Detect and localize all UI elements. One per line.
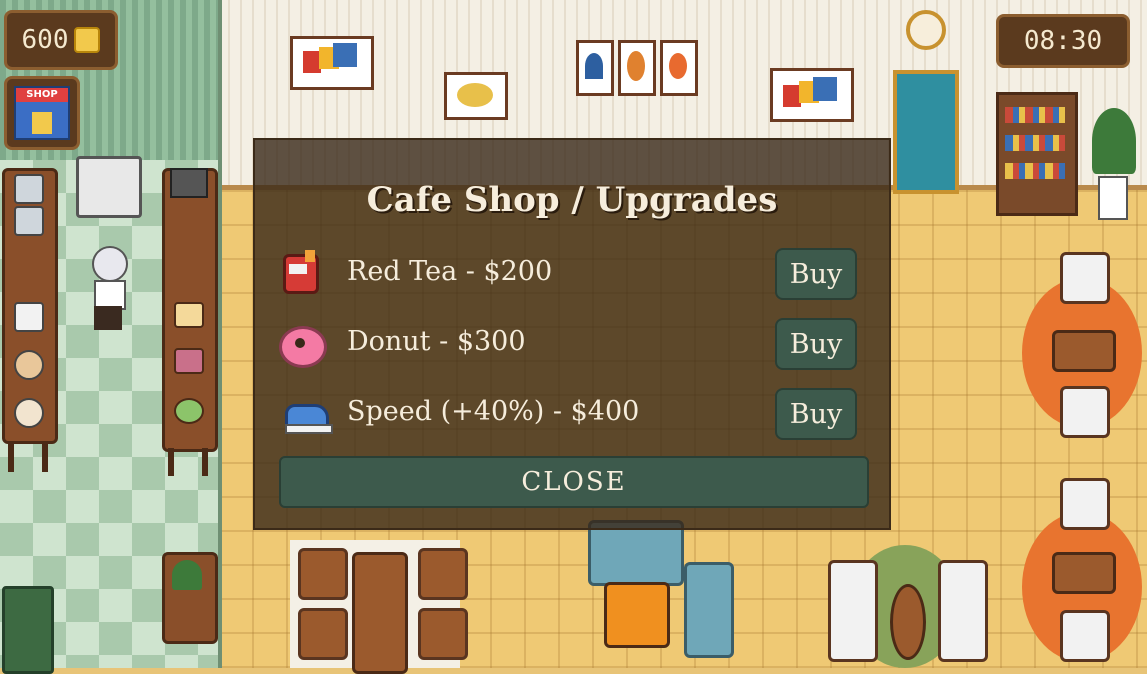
long-table <box>352 552 408 674</box>
chair <box>1060 610 1110 662</box>
clock-time: 08:30 <box>1023 26 1103 56</box>
trash-bin <box>2 586 54 674</box>
potted-plant-kitchen <box>172 560 202 590</box>
buy-donut-button[interactable]: Buy <box>775 318 857 370</box>
clock-display: 08:30 <box>996 14 1130 68</box>
shop-item-row: Donut - $300 Buy <box>279 316 865 370</box>
kettle-icon <box>14 174 44 204</box>
counter-leg <box>168 448 174 476</box>
matcha-cake-icon <box>174 398 204 424</box>
chair <box>1060 252 1110 304</box>
barista-character <box>86 246 130 332</box>
coffee-machine <box>76 156 142 218</box>
plant-pot-corner <box>1098 176 1128 220</box>
painting-triptych-2 <box>618 40 656 96</box>
counter-leg <box>202 448 208 476</box>
mug-icon <box>14 302 44 332</box>
coin-icon <box>74 27 101 53</box>
shop-item-row: Red Tea - $200 Buy <box>279 246 865 300</box>
table <box>1052 552 1116 594</box>
chair <box>298 608 348 660</box>
item-label: Speed (+40%) - $400 <box>347 396 640 427</box>
table <box>1052 330 1116 372</box>
item-label: Red Tea - $200 <box>347 256 553 287</box>
item-label: Donut - $300 <box>347 326 526 357</box>
kettle-icon <box>14 206 44 236</box>
muffin-icon <box>174 348 204 374</box>
oval-table <box>890 584 926 660</box>
red-tea-icon <box>279 250 323 294</box>
blue-armchair <box>684 562 734 658</box>
shop-modal: Cafe Shop / Upgrades Red Tea - $200 Buy … <box>253 138 891 530</box>
counter-leg <box>8 444 14 472</box>
painting-left <box>290 36 374 90</box>
buy-red-tea-button[interactable]: Buy <box>775 248 857 300</box>
door <box>893 70 959 194</box>
coin-count: 600 <box>21 25 69 55</box>
chair <box>418 548 468 600</box>
chair <box>418 608 468 660</box>
donut-icon <box>279 320 327 368</box>
potted-plant-corner <box>1092 108 1136 174</box>
painting-triptych-1 <box>576 40 614 96</box>
chair <box>1060 478 1110 530</box>
latte-icon <box>14 350 44 380</box>
shop-button[interactable]: SHOP <box>4 76 80 150</box>
white-armchair <box>938 560 988 662</box>
modal-title: Cafe Shop / Upgrades <box>366 180 778 220</box>
shop-sign-label: SHOP <box>16 88 68 102</box>
painting-small <box>444 72 508 120</box>
buy-speed-button[interactable]: Buy <box>775 388 857 440</box>
microwave-icon <box>170 168 208 198</box>
shop-icon: SHOP <box>14 86 70 140</box>
painting-right <box>770 68 854 122</box>
close-button[interactable]: CLOSE <box>279 456 869 508</box>
cappuccino-icon <box>14 398 44 428</box>
chair <box>298 548 348 600</box>
sun-clock-icon <box>906 10 946 50</box>
painting-triptych-3 <box>660 40 698 96</box>
coin-counter: 600 <box>4 10 118 70</box>
cake-slice-icon <box>174 302 204 328</box>
white-armchair <box>828 560 878 662</box>
bookshelf <box>996 92 1078 216</box>
chair <box>1060 386 1110 438</box>
sneaker-icon <box>279 390 333 434</box>
orange-table <box>604 582 670 648</box>
counter-leg <box>42 444 48 472</box>
shop-item-row: Speed (+40%) - $400 Buy <box>279 386 865 440</box>
